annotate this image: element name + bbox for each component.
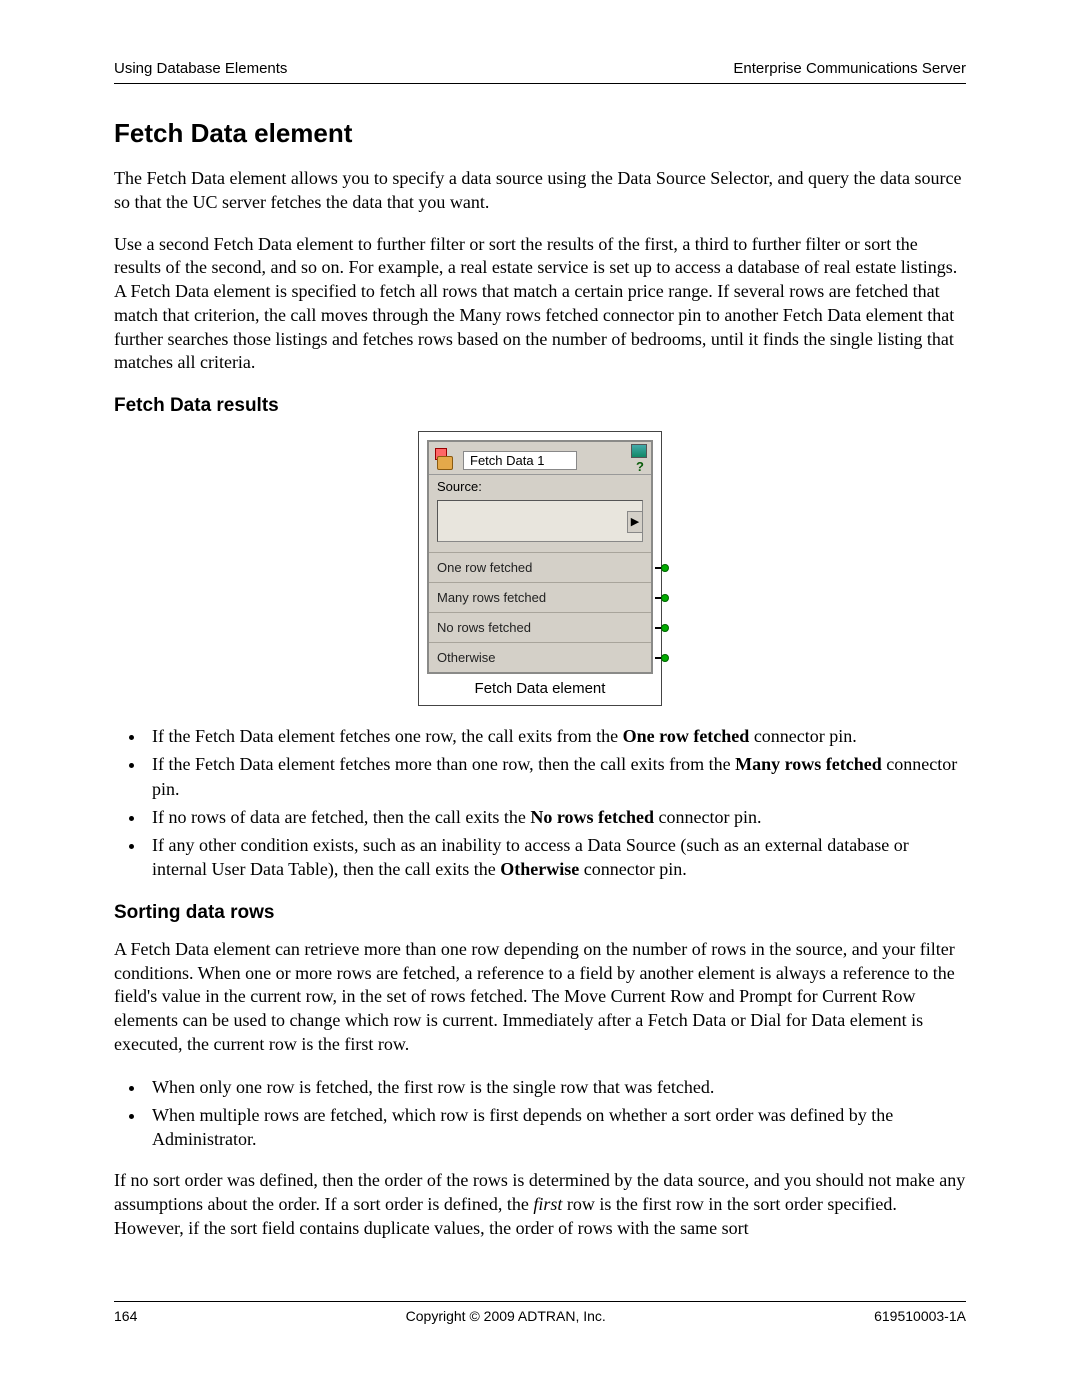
row-otherwise[interactable]: Otherwise xyxy=(429,642,651,672)
top-connector-icon xyxy=(631,444,647,458)
results-bullets: If the Fetch Data element fetches one ro… xyxy=(114,724,966,882)
connector-pin-icon xyxy=(655,655,669,661)
footer-rule xyxy=(114,1301,966,1302)
page-number: 164 xyxy=(114,1308,137,1324)
list-item: If any other condition exists, such as a… xyxy=(146,833,966,882)
section-sorting: Sorting data rows xyxy=(114,902,966,924)
widget-title-bar: Fetch Data 1 ? xyxy=(429,442,651,474)
help-icon[interactable]: ? xyxy=(633,460,647,474)
row-one-fetched[interactable]: One row fetched xyxy=(429,552,651,582)
row-many-fetched[interactable]: Many rows fetched xyxy=(429,582,651,612)
fetch-data-widget: Fetch Data 1 ? Source: ▶ One row fetched… xyxy=(418,431,662,706)
page-title: Fetch Data element xyxy=(114,118,966,149)
sorting-paragraph-1: A Fetch Data element can retrieve more t… xyxy=(114,938,966,1057)
figure-wrap: Fetch Data 1 ? Source: ▶ One row fetched… xyxy=(114,431,966,706)
row-no-rows[interactable]: No rows fetched xyxy=(429,612,651,642)
expand-icon[interactable]: ▶ xyxy=(627,511,643,533)
connector-pin-icon xyxy=(655,595,669,601)
figure-caption: Fetch Data element xyxy=(427,680,653,697)
header-left: Using Database Elements xyxy=(114,60,287,77)
sorting-paragraph-2: If no sort order was defined, then the o… xyxy=(114,1169,966,1240)
source-label: Source: xyxy=(429,474,651,496)
database-icon xyxy=(435,448,459,472)
sorting-bullets: When only one row is fetched, the first … xyxy=(114,1075,966,1152)
header-rule xyxy=(114,83,966,84)
connector-pin-icon xyxy=(655,625,669,631)
doc-id: 619510003-1A xyxy=(874,1308,966,1324)
copyright: Copyright © 2009 ADTRAN, Inc. xyxy=(406,1308,606,1324)
header-right: Enterprise Communications Server xyxy=(733,60,966,77)
widget-title-field[interactable]: Fetch Data 1 xyxy=(463,451,577,470)
list-item: When only one row is fetched, the first … xyxy=(146,1075,966,1099)
list-item: If no rows of data are fetched, then the… xyxy=(146,805,966,829)
list-item: If the Fetch Data element fetches more t… xyxy=(146,752,966,801)
connector-pin-icon xyxy=(655,565,669,571)
list-item: When multiple rows are fetched, which ro… xyxy=(146,1103,966,1152)
intro-paragraph-2: Use a second Fetch Data element to furth… xyxy=(114,233,966,376)
intro-paragraph-1: The Fetch Data element allows you to spe… xyxy=(114,167,966,215)
section-fetch-results: Fetch Data results xyxy=(114,395,966,417)
list-item: If the Fetch Data element fetches one ro… xyxy=(146,724,966,748)
source-field[interactable]: ▶ xyxy=(437,500,643,542)
